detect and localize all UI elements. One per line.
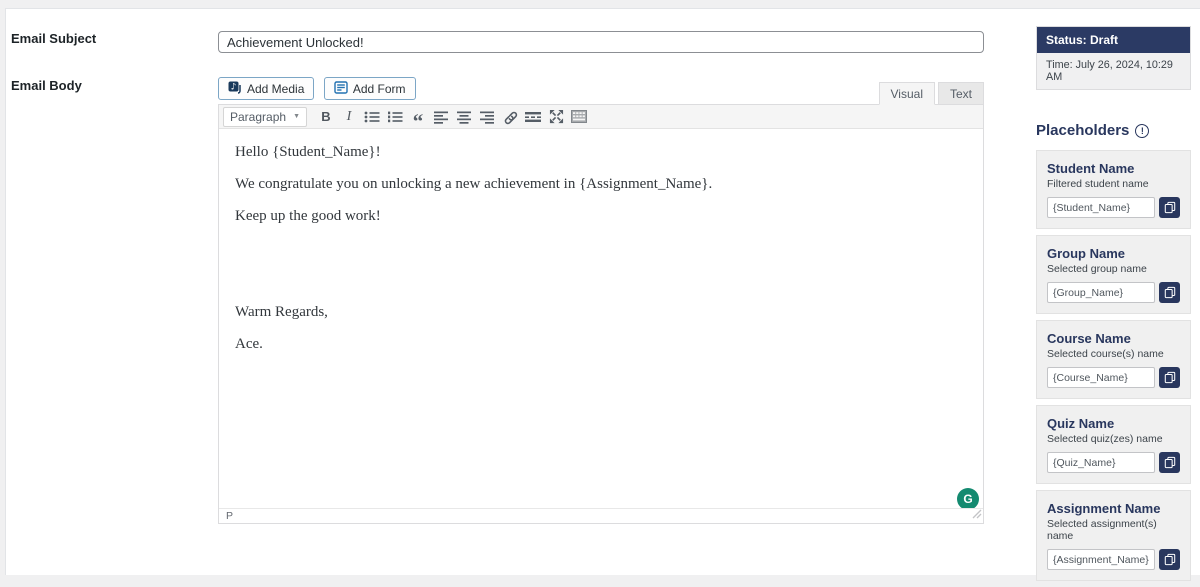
- email-template-page: Email Subject Email Body ♪ Add Media Add…: [0, 0, 1200, 581]
- bulleted-list-button[interactable]: [361, 107, 383, 127]
- paragraph-format-select[interactable]: Paragraph ▼: [223, 106, 307, 127]
- form-icon: [334, 80, 348, 97]
- paragraph: [235, 270, 967, 290]
- copy-button[interactable]: [1159, 367, 1180, 388]
- placeholder-value-input[interactable]: [1047, 549, 1155, 570]
- italic-button[interactable]: I: [338, 107, 360, 127]
- editor-statusbar: P: [219, 508, 983, 523]
- editor-toolbar: Paragraph ▼ B I “: [219, 105, 983, 132]
- placeholder-description: Selected course(s) name: [1047, 348, 1164, 360]
- copy-button[interactable]: [1159, 197, 1180, 218]
- media-icon: ♪: [228, 81, 242, 97]
- paragraph: Warm Regards,: [235, 304, 328, 320]
- align-right-button[interactable]: [476, 107, 498, 127]
- status-badge: Status: Draft: [1037, 27, 1190, 53]
- placeholder-value-input[interactable]: [1047, 282, 1155, 303]
- status-time: Time: July 26, 2024, 10:29 AM: [1037, 53, 1190, 89]
- element-path: P: [226, 510, 234, 522]
- read-more-button[interactable]: [522, 107, 544, 127]
- placeholder-title: Group Name: [1047, 246, 1126, 261]
- add-form-button[interactable]: Add Form: [323, 77, 416, 100]
- copy-button[interactable]: [1159, 549, 1180, 570]
- svg-text:♪: ♪: [231, 82, 237, 92]
- info-icon[interactable]: !: [1135, 123, 1150, 138]
- placeholder-value-input[interactable]: [1047, 452, 1155, 473]
- numbered-list-button[interactable]: [384, 107, 406, 127]
- placeholder-title: Course Name: [1047, 331, 1131, 346]
- paragraph: Keep up the good work!: [235, 208, 381, 224]
- content-card: Email Subject Email Body ♪ Add Media Add…: [5, 8, 1200, 581]
- editor-content[interactable]: Hello {Student_Name}! We congratulate yo…: [219, 129, 983, 508]
- email-subject-label: Email Subject: [11, 31, 97, 46]
- placeholder-title: Quiz Name: [1047, 416, 1115, 431]
- placeholders-title: Placeholders: [1036, 122, 1130, 139]
- resize-handle-icon[interactable]: [971, 508, 982, 522]
- tab-text[interactable]: Text: [937, 82, 984, 105]
- toolbar-toggle-button[interactable]: [568, 107, 590, 127]
- placeholder-value-input[interactable]: [1047, 197, 1155, 218]
- editor-header: ♪ Add Media Add Form Visual Text: [218, 77, 984, 105]
- email-body-label: Email Body: [11, 78, 82, 93]
- placeholder-title: Assignment Name: [1047, 501, 1161, 516]
- chevron-down-icon: ▼: [293, 113, 300, 120]
- grammarly-icon[interactable]: G: [957, 488, 979, 510]
- placeholder-card-assignment-name: Assignment Name Selected assignment(s) n…: [1036, 490, 1191, 581]
- email-subject-input[interactable]: [218, 31, 984, 53]
- paragraph: [235, 238, 967, 258]
- align-center-button[interactable]: [453, 107, 475, 127]
- paragraph: We congratulate you on unlocking a new a…: [235, 176, 713, 192]
- insert-link-button[interactable]: [499, 107, 521, 127]
- fullscreen-button[interactable]: [545, 107, 567, 127]
- paragraph: Hello {Student_Name}!: [235, 144, 381, 160]
- placeholder-card-student-name: Student Name Filtered student name: [1036, 150, 1191, 229]
- align-left-button[interactable]: [430, 107, 452, 127]
- placeholder-description: Selected group name: [1047, 263, 1147, 275]
- editor-mode-tabs: Visual Text: [876, 82, 984, 105]
- status-sidebar: Status: Draft Time: July 26, 2024, 10:29…: [1036, 26, 1191, 90]
- add-media-button[interactable]: ♪ Add Media: [218, 77, 315, 100]
- add-media-label: Add Media: [247, 81, 305, 96]
- placeholder-description: Selected quiz(zes) name: [1047, 433, 1163, 445]
- placeholders-section: Placeholders ! Student Name Filtered stu…: [1036, 122, 1191, 587]
- placeholder-description: Filtered student name: [1047, 178, 1149, 190]
- paragraph: Ace.: [235, 336, 263, 352]
- placeholder-card-quiz-name: Quiz Name Selected quiz(zes) name: [1036, 405, 1191, 484]
- placeholder-description: Selected assignment(s) name: [1047, 518, 1157, 542]
- tab-visual[interactable]: Visual: [878, 82, 935, 105]
- copy-button[interactable]: [1159, 452, 1180, 473]
- placeholder-card-course-name: Course Name Selected course(s) name: [1036, 320, 1191, 399]
- format-select-value: Paragraph: [230, 109, 287, 124]
- status-box: Status: Draft Time: July 26, 2024, 10:29…: [1036, 26, 1191, 90]
- bold-button[interactable]: B: [315, 107, 337, 127]
- copy-button[interactable]: [1159, 282, 1180, 303]
- email-body-editor: Paragraph ▼ B I “ Hello {Student_Name}! …: [218, 104, 984, 524]
- add-form-label: Add Form: [352, 81, 406, 96]
- placeholder-title: Student Name: [1047, 161, 1135, 176]
- placeholder-value-input[interactable]: [1047, 367, 1155, 388]
- placeholders-heading: Placeholders !: [1036, 122, 1191, 139]
- placeholder-card-group-name: Group Name Selected group name: [1036, 235, 1191, 314]
- blockquote-button[interactable]: “: [407, 107, 429, 132]
